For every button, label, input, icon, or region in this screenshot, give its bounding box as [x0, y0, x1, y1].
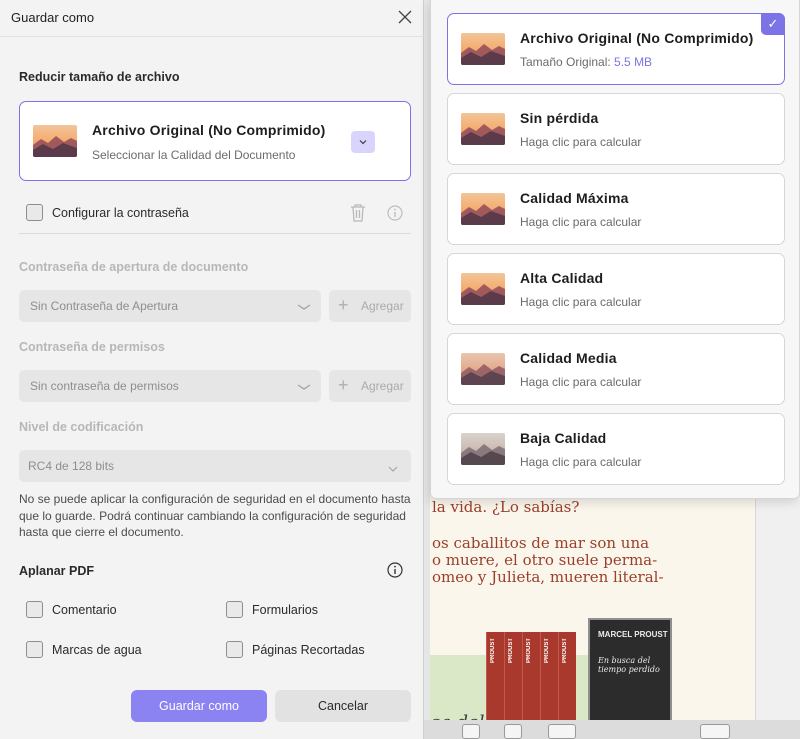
password-checkbox-label: Configurar la contraseña	[52, 206, 189, 220]
landscape-thumbnail-icon	[33, 125, 77, 157]
quality-option-maximum[interactable]: Calidad Máxima Haga clic para calcular	[447, 173, 785, 245]
quality-option-title: Baja Calidad	[520, 430, 607, 446]
quality-option-title: Archivo Original (No Comprimido)	[520, 30, 754, 46]
book-set-image: PROUST PROUST PROUST PROUST PROUST MARCE…	[486, 618, 674, 728]
dialog-title: Guardar como	[11, 10, 95, 25]
chevron-down-icon	[297, 301, 311, 311]
flatten-forms-checkbox[interactable]	[226, 601, 243, 618]
selected-quality-title: Archivo Original (No Comprimido)	[92, 122, 326, 138]
document-text-line: omeo y Julieta, mueren literal-	[432, 568, 664, 586]
document-text-line: o muere, el otro suele perma-	[432, 551, 658, 569]
toolbar-button[interactable]	[462, 724, 480, 739]
quality-dropdown: Archivo Original (No Comprimido) Tamaño …	[430, 0, 800, 499]
flatten-cropped-pages-checkbox[interactable]	[226, 641, 243, 658]
password-checkbox[interactable]	[26, 204, 43, 221]
quality-option-subtitle: Haga clic para calcular	[520, 215, 642, 229]
quality-option-subtitle: Tamaño Original: 5.5 MB	[520, 55, 653, 69]
toolbar-button[interactable]	[700, 724, 730, 739]
landscape-thumbnail-icon	[461, 33, 505, 65]
check-icon: ✓	[761, 13, 785, 35]
toolbar-button[interactable]	[504, 724, 522, 739]
open-password-select: Sin Contraseña de Apertura	[19, 290, 321, 322]
close-icon[interactable]	[396, 8, 414, 26]
quality-option-subtitle: Haga clic para calcular	[520, 135, 642, 149]
landscape-thumbnail-icon	[461, 113, 505, 145]
security-note: No se puede aplicar la configuración de …	[19, 492, 411, 539]
open-password-label: Contraseña de apertura de documento	[19, 260, 249, 274]
quality-option-low[interactable]: Baja Calidad Haga clic para calcular	[447, 413, 785, 485]
add-open-password-button: + Agregar	[329, 290, 411, 322]
document-text-line: os caballitos de mar son una	[432, 534, 650, 552]
chevron-down-icon	[388, 462, 398, 472]
book-cover: MARCEL PROUST En busca del tiempo perdid…	[588, 618, 672, 726]
plus-icon: +	[338, 295, 349, 315]
flatten-watermarks-checkbox[interactable]	[26, 641, 43, 658]
chevron-down-icon[interactable]	[351, 131, 375, 153]
quality-option-subtitle: Haga clic para calcular	[520, 455, 642, 469]
quality-hint: Seleccionar la Calidad del Documento	[92, 148, 296, 162]
encryption-level-label: Nivel de codificación	[19, 420, 144, 434]
quality-option-title: Calidad Máxima	[520, 190, 629, 206]
landscape-thumbnail-icon	[461, 353, 505, 385]
document-bottom-toolbar	[424, 720, 800, 739]
flatten-pdf-heading: Aplanar PDF	[19, 564, 95, 578]
quality-option-lossless[interactable]: Sin pérdida Haga clic para calcular	[447, 93, 785, 165]
permissions-password-select: Sin contraseña de permisos	[19, 370, 321, 402]
quality-option-subtitle: Haga clic para calcular	[520, 375, 642, 389]
section-divider	[19, 233, 411, 234]
save-as-dialog: Guardar como Reducir tamaño de archivo A…	[0, 0, 424, 739]
flatten-comment-label: Comentario	[52, 603, 117, 617]
reduce-size-heading: Reducir tamaño de archivo	[19, 70, 180, 84]
flatten-forms-label: Formularios	[252, 603, 318, 617]
quality-option-title: Calidad Media	[520, 350, 617, 366]
landscape-thumbnail-icon	[461, 193, 505, 225]
quality-option-medium[interactable]: Calidad Media Haga clic para calcular	[447, 333, 785, 405]
quality-option-title: Alta Calidad	[520, 270, 604, 286]
chevron-down-icon	[297, 381, 311, 391]
flatten-watermarks-label: Marcas de agua	[52, 643, 142, 657]
info-icon[interactable]	[387, 205, 403, 221]
title-divider	[0, 36, 424, 37]
quality-option-high[interactable]: Alta Calidad Haga clic para calcular	[447, 253, 785, 325]
encryption-level-select: RC4 de 128 bits	[19, 450, 411, 482]
flatten-cropped-pages-label: Páginas Recortadas	[252, 643, 365, 657]
flatten-comment-checkbox[interactable]	[26, 601, 43, 618]
permissions-password-label: Contraseña de permisos	[19, 340, 165, 354]
landscape-thumbnail-icon	[461, 273, 505, 305]
document-text-line: la vida. ¿Lo sabías?	[432, 498, 580, 516]
info-icon[interactable]	[387, 562, 403, 578]
quality-option-original[interactable]: Archivo Original (No Comprimido) Tamaño …	[447, 13, 785, 85]
plus-icon: +	[338, 375, 349, 395]
add-permissions-password-button: + Agregar	[329, 370, 411, 402]
trash-icon[interactable]	[349, 203, 367, 223]
save-as-button[interactable]: Guardar como	[131, 690, 267, 722]
quality-option-subtitle: Haga clic para calcular	[520, 295, 642, 309]
original-size: 5.5 MB	[614, 55, 653, 69]
toolbar-button[interactable]	[548, 724, 576, 739]
landscape-thumbnail-icon	[461, 433, 505, 465]
quality-selector[interactable]: Archivo Original (No Comprimido) Selecci…	[19, 101, 411, 181]
cancel-button[interactable]: Cancelar	[275, 690, 411, 722]
quality-option-title: Sin pérdida	[520, 110, 599, 126]
